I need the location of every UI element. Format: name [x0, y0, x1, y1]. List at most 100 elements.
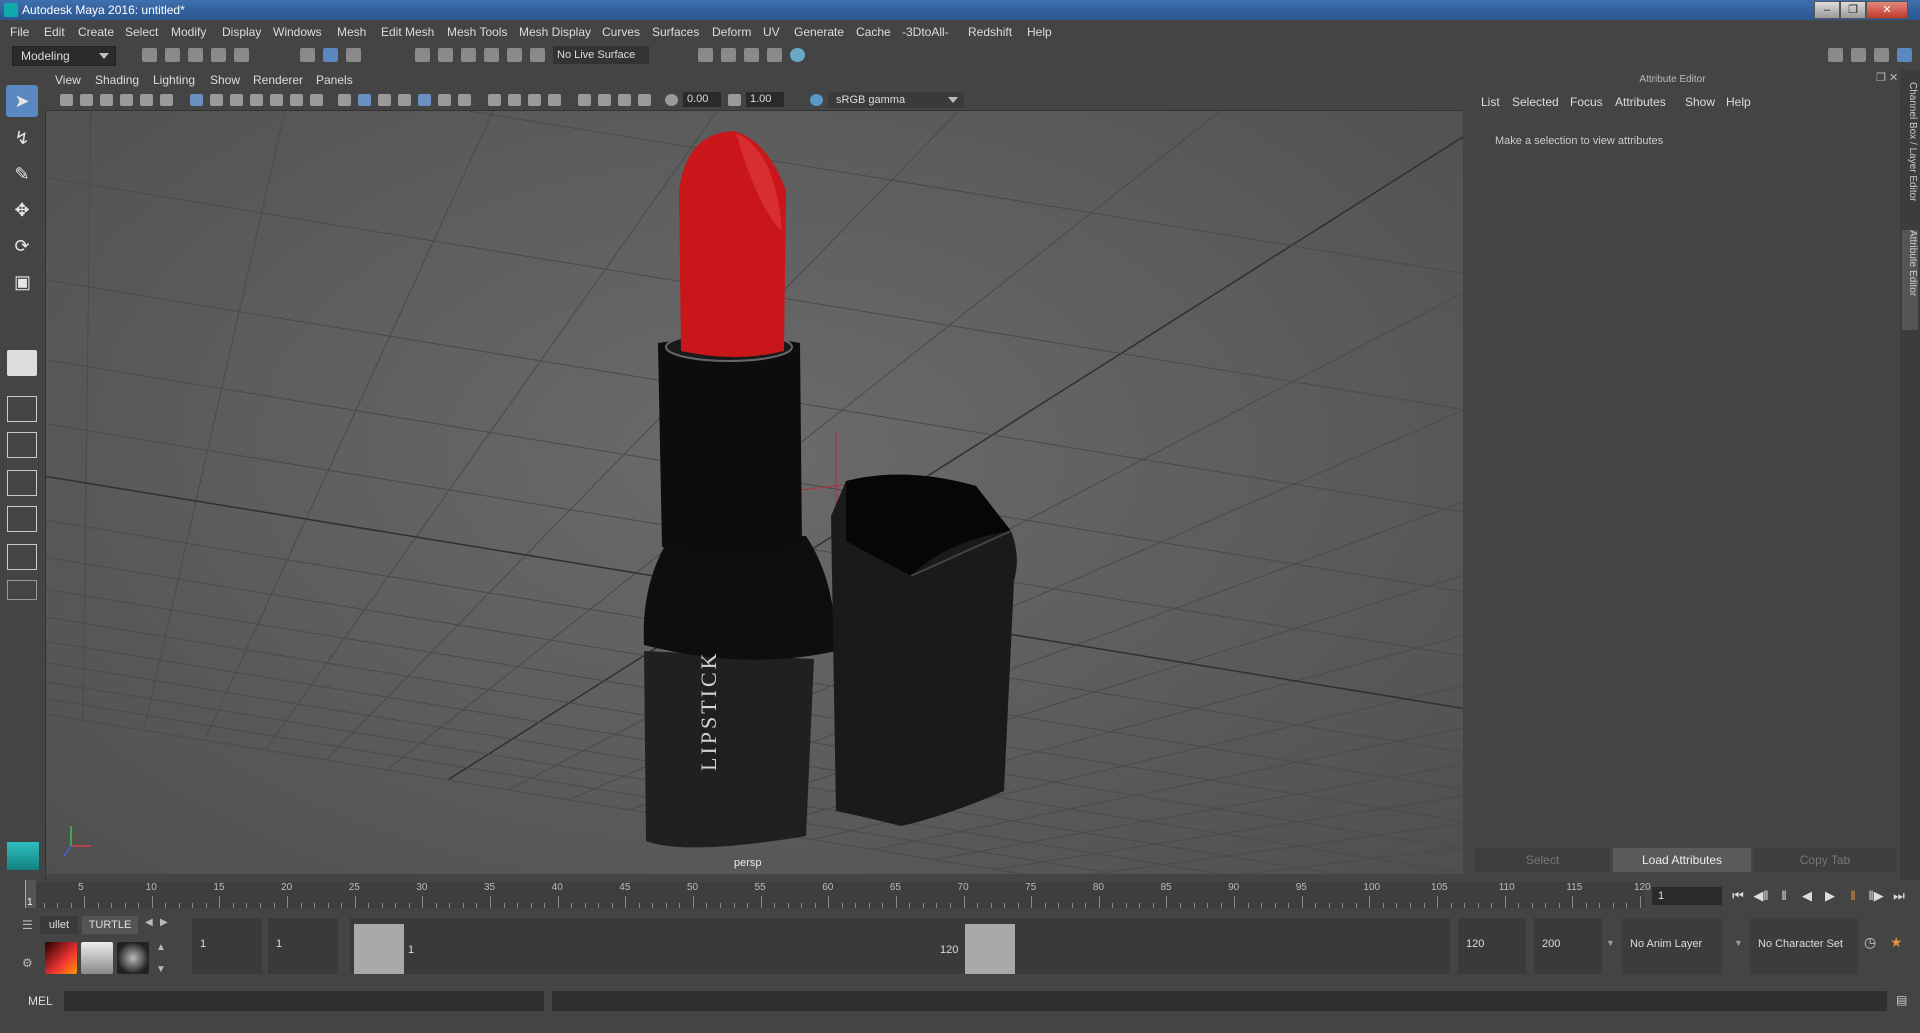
menu-surfaces[interactable]: Surfaces [652, 25, 699, 39]
tab-channel-box[interactable]: Channel Box / Layer Editor [1902, 82, 1918, 222]
vp-menu-lighting[interactable]: Lighting [153, 73, 195, 87]
anim-layer-dropdown[interactable]: No Anim Layer [1622, 918, 1722, 974]
menu-file[interactable]: File [10, 25, 29, 39]
menu-mesh[interactable]: Mesh [337, 25, 366, 39]
command-language-label[interactable]: MEL [28, 994, 53, 1008]
current-frame-field[interactable]: 1 [1652, 887, 1722, 905]
shadows-icon[interactable] [458, 94, 471, 106]
shelf-settings-icon[interactable]: ⚙ [22, 956, 33, 970]
auto-key-icon[interactable]: ◷ [1864, 934, 1876, 951]
shelf-tab-bullet[interactable]: ullet [40, 916, 78, 934]
more-layouts-icon[interactable] [7, 580, 37, 600]
new-scene-icon[interactable] [142, 48, 157, 62]
menu-select[interactable]: Select [125, 25, 158, 39]
attribute-editor-toggle-icon[interactable] [1851, 48, 1866, 62]
wireframe-on-shaded-icon[interactable] [398, 94, 411, 106]
select-tool-icon[interactable]: ➤ [6, 85, 38, 117]
perspective-viewport[interactable]: LIPSTICK persp [46, 111, 1463, 874]
ipr-render-icon[interactable] [744, 48, 759, 62]
ae-menu-attributes[interactable]: Attributes [1615, 95, 1666, 109]
tool-settings-icon[interactable] [1874, 48, 1889, 62]
minimize-icon[interactable]: – [1814, 1, 1840, 19]
xray-components-icon[interactable] [638, 94, 651, 106]
playback-start-field[interactable]: 1 [268, 918, 338, 974]
render-view-icon[interactable] [698, 48, 713, 62]
textured-icon[interactable] [418, 94, 431, 106]
menuset-dropdown[interactable]: Modeling [12, 46, 116, 66]
motion-blur-icon[interactable] [508, 94, 521, 106]
menu-deform[interactable]: Deform [712, 25, 751, 39]
step-forward-frame-icon[interactable]: ‖ [1845, 888, 1861, 904]
safe-title-icon[interactable] [310, 94, 323, 106]
command-input[interactable] [64, 991, 544, 1011]
2d-pan-zoom-icon[interactable] [140, 94, 153, 106]
menu-display[interactable]: Display [222, 25, 261, 39]
float-panel-icon[interactable]: ❐ [1876, 71, 1886, 84]
copy-tab-button[interactable]: Copy Tab [1754, 848, 1896, 872]
redo-icon[interactable] [234, 48, 249, 62]
use-all-lights-icon[interactable] [438, 94, 451, 106]
safe-action-icon[interactable] [290, 94, 303, 106]
gamma-icon[interactable] [728, 94, 741, 106]
snap-point-icon[interactable] [461, 48, 476, 62]
hypershade-icon[interactable] [790, 48, 805, 62]
step-back-frame-icon[interactable]: ‖ [1776, 888, 1792, 904]
chevron-down-icon[interactable]: ▼ [1734, 938, 1743, 948]
isolate-select-icon[interactable] [578, 94, 591, 106]
select-object-icon[interactable] [323, 48, 338, 62]
vp-menu-renderer[interactable]: Renderer [253, 73, 303, 87]
ae-menu-selected[interactable]: Selected [1512, 95, 1559, 109]
animation-preferences-icon[interactable]: ★ [1890, 934, 1903, 951]
image-plane-icon[interactable] [120, 94, 133, 106]
rotate-tool-icon[interactable]: ⟳ [6, 230, 38, 262]
select-component-icon[interactable] [346, 48, 361, 62]
menu-create[interactable]: Create [78, 25, 114, 39]
shelf-menu-icon[interactable]: ☰ [22, 918, 33, 932]
tab-attribute-editor[interactable]: Attribute Editor [1902, 230, 1918, 330]
vp-menu-show[interactable]: Show [210, 73, 240, 87]
ae-menu-help[interactable]: Help [1726, 95, 1751, 109]
play-forwards-icon[interactable]: ▶ [1822, 888, 1838, 904]
menu-cache[interactable]: Cache [856, 25, 891, 39]
gate-mask-icon[interactable] [250, 94, 263, 106]
menu-curves[interactable]: Curves [602, 25, 640, 39]
shelf-tab-turtle[interactable]: TURTLE [82, 916, 138, 934]
menu-windows[interactable]: Windows [273, 25, 322, 39]
load-attributes-button[interactable]: Load Attributes [1613, 848, 1751, 872]
start-time-field[interactable]: 1 [192, 918, 262, 974]
anti-aliasing-icon[interactable] [528, 94, 541, 106]
modeling-toolkit-icon[interactable] [1828, 48, 1843, 62]
persp-graph-layout-icon[interactable] [7, 470, 37, 496]
exposure-icon[interactable] [665, 94, 678, 106]
grease-pencil-icon[interactable] [160, 94, 173, 106]
open-scene-icon[interactable] [165, 48, 180, 62]
play-backwards-icon[interactable]: ◀ [1799, 888, 1815, 904]
snap-view-plane-icon[interactable] [484, 48, 499, 62]
time-slider[interactable]: 5 10 15 20 25 30 35 40 45 50 55 60 65 70 75 80 85 90 95 100… [0, 880, 1920, 912]
select-camera-icon[interactable] [60, 94, 73, 106]
render-settings-icon[interactable] [767, 48, 782, 62]
live-surface-field[interactable]: No Live Surface [553, 46, 649, 64]
range-slider-track[interactable] [350, 918, 1450, 974]
go-to-start-icon[interactable]: ⏮ [1730, 888, 1746, 904]
go-to-end-icon[interactable]: ⏭ [1891, 888, 1907, 904]
menu-edit-mesh[interactable]: Edit Mesh [381, 25, 434, 39]
save-scene-icon[interactable] [188, 48, 203, 62]
graph-layout-icon[interactable] [7, 544, 37, 570]
color-management-icon[interactable] [810, 94, 823, 106]
exposure-field[interactable]: 0.00 [683, 92, 721, 107]
shelf-scroll-left-icon[interactable]: ◀ [145, 917, 153, 928]
select-hierarchy-icon[interactable] [300, 48, 315, 62]
restore-icon[interactable]: ❐ [1840, 1, 1866, 19]
paint-select-tool-icon[interactable]: ✎ [6, 158, 38, 190]
character-set-dropdown[interactable]: No Character Set [1750, 918, 1858, 974]
depth-of-field-icon[interactable] [548, 94, 561, 106]
channel-box-toggle-icon[interactable] [1897, 48, 1912, 62]
color-space-dropdown[interactable]: sRGB gamma [828, 92, 964, 108]
menu-uv[interactable]: UV [763, 25, 780, 39]
grid-toggle-icon[interactable] [190, 94, 203, 106]
shelf-up-icon[interactable]: ▲ [156, 942, 166, 953]
step-forward-key-icon[interactable]: ‖▶ [1868, 888, 1884, 904]
camera-attributes-icon[interactable] [80, 94, 93, 106]
time-slider-track[interactable]: 5 10 15 20 25 30 35 40 45 50 55 60 65 70 75 80 85 90 95 100… [25, 882, 1651, 908]
